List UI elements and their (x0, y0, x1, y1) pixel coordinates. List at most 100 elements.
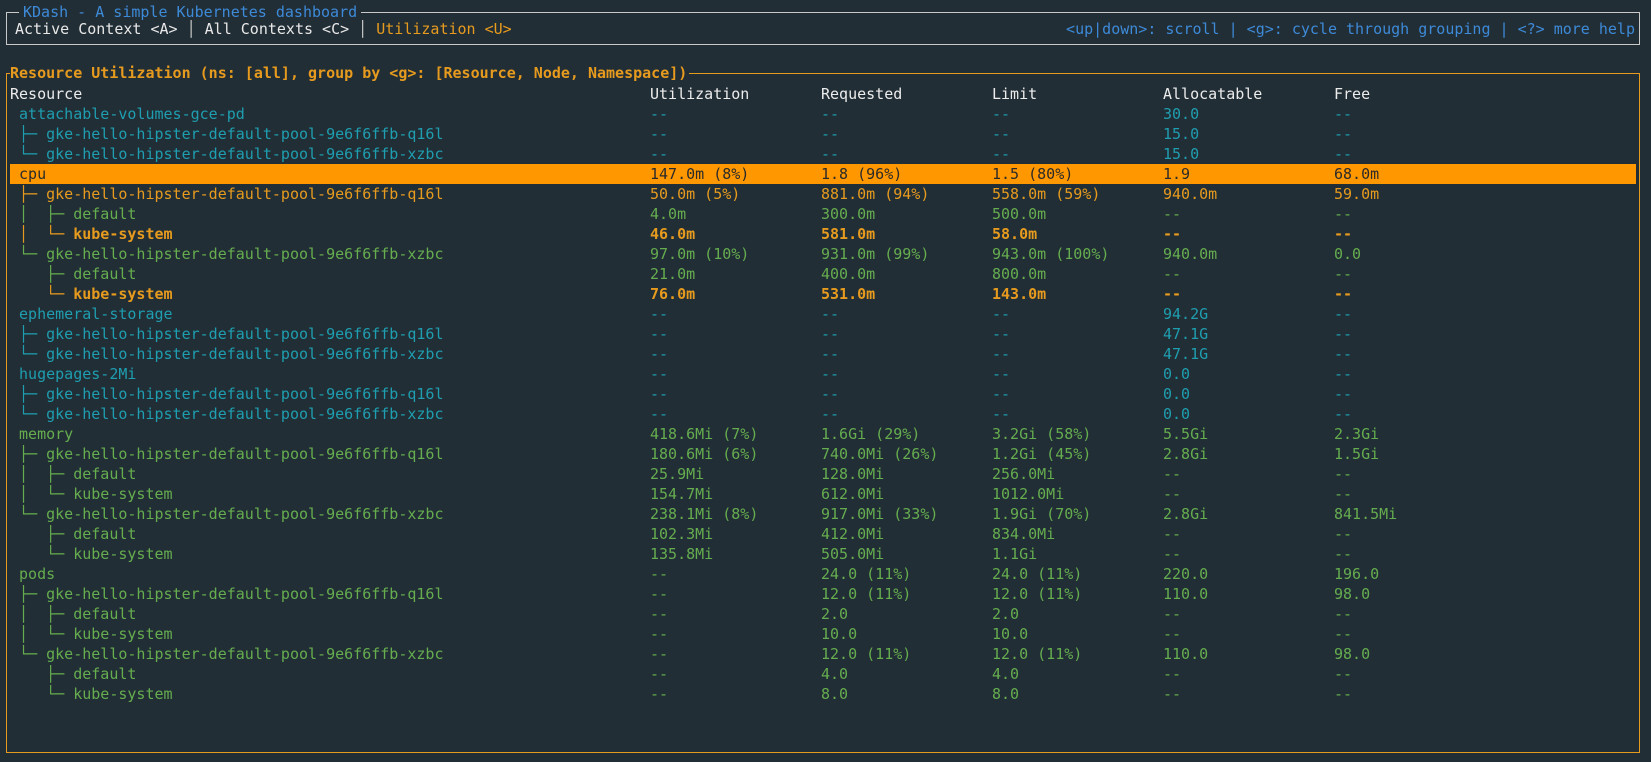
tab-utilization[interactable]: Utilization <U> (376, 20, 511, 38)
cell-requested: -- (821, 125, 840, 143)
cell-utilization: -- (650, 585, 669, 603)
cell-requested: 12.0 (11%) (821, 585, 912, 603)
help-text: <up|down>: scroll | <g>: cycle through g… (1066, 20, 1635, 38)
table-row[interactable]: ├─ gke-hello-hipster-default-pool-9e6f6f… (10, 184, 1636, 204)
cell-utilization: -- (650, 625, 669, 643)
cell-allocatable: 940.0m (1163, 185, 1218, 203)
table-body: attachable-volumes-gce-pd -- -- -- 30.0 -- ├─… (10, 104, 1636, 704)
cell-allocatable: -- (1163, 205, 1182, 223)
cell-utilization: -- (650, 345, 669, 363)
cell-limit: 834.0Mi (992, 525, 1056, 543)
table-row[interactable]: │ └─ kube-system 46.0m 581.0m 58.0m -- -- (10, 224, 1636, 244)
tab-active-context[interactable]: Active Context <A> (15, 20, 178, 38)
cell-free: 196.0 (1334, 565, 1380, 583)
cell-utilization: -- (650, 305, 669, 323)
table-row[interactable]: ├─ default 21.0m 400.0m 800.0m -- -- (10, 264, 1636, 284)
cell-requested: -- (821, 345, 840, 363)
cell-free: -- (1334, 685, 1353, 703)
cell-requested: 1.8 (96%) (821, 165, 903, 183)
cell-limit: 800.0m (992, 265, 1047, 283)
table-row[interactable]: ├─ gke-hello-hipster-default-pool-9e6f6f… (10, 584, 1636, 604)
cell-resource: │ ├─ default (10, 465, 137, 483)
table-row[interactable]: ├─ gke-hello-hipster-default-pool-9e6f6f… (10, 384, 1636, 404)
cell-resource: ├─ default (10, 665, 137, 683)
cell-allocatable: 94.2G (1163, 305, 1209, 323)
cell-utilization: 97.0m (10%) (650, 245, 750, 263)
cell-requested: 931.0m (99%) (821, 245, 930, 263)
utilization-table[interactable]: Resource Utilization Requested Limit All… (10, 84, 1636, 704)
panel-title: Resource Utilization (ns: [all], group b… (10, 64, 690, 82)
cell-allocatable: 110.0 (1163, 585, 1209, 603)
table-row[interactable]: └─ gke-hello-hipster-default-pool-9e6f6f… (10, 644, 1636, 664)
cell-requested: 917.0Mi (33%) (821, 505, 939, 523)
cell-utilization: 154.7Mi (650, 485, 714, 503)
cell-resource: cpu (10, 165, 47, 183)
table-row[interactable]: ├─ gke-hello-hipster-default-pool-9e6f6f… (10, 124, 1636, 144)
table-row[interactable]: attachable-volumes-gce-pd -- -- -- 30.0 -- (10, 104, 1636, 124)
cell-allocatable: 0.0 (1163, 385, 1191, 403)
cell-requested: 505.0Mi (821, 545, 885, 563)
cell-resource: │ └─ kube-system (10, 225, 173, 243)
table-row[interactable]: │ ├─ default 25.9Mi 128.0Mi 256.0Mi -- -- (10, 464, 1636, 484)
table-row[interactable]: ephemeral-storage -- -- -- 94.2G -- (10, 304, 1636, 324)
cell-resource: │ └─ kube-system (10, 625, 173, 643)
cell-utilization: -- (650, 605, 669, 623)
cell-allocatable: 15.0 (1163, 125, 1200, 143)
column-header-allocatable: Allocatable (1163, 85, 1263, 103)
cell-resource: │ └─ kube-system (10, 485, 173, 503)
table-row[interactable]: └─ gke-hello-hipster-default-pool-9e6f6f… (10, 504, 1636, 524)
table-row[interactable]: pods -- 24.0 (11%) 24.0 (11%) 220.0 196.0 (10, 564, 1636, 584)
table-row[interactable]: │ └─ kube-system -- 10.0 10.0 -- -- (10, 624, 1636, 644)
table-row[interactable]: └─ gke-hello-hipster-default-pool-9e6f6f… (10, 144, 1636, 164)
cell-limit: 2.0 (992, 605, 1020, 623)
table-row[interactable]: │ ├─ default 4.0m 300.0m 500.0m -- -- (10, 204, 1636, 224)
cell-free: -- (1334, 285, 1353, 303)
cell-resource: ephemeral-storage (10, 305, 173, 323)
table-row[interactable]: memory 418.6Mi (7%) 1.6Gi (29%) 3.2Gi (58%)… (10, 424, 1636, 444)
table-row-selected[interactable]: cpu 147.0m (8%) 1.8 (96%) 1.5 (80%) 1.9 68.0m (10, 164, 1636, 184)
table-row[interactable]: └─ kube-system 76.0m 531.0m 143.0m -- -- (10, 284, 1636, 304)
cell-utilization: 238.1Mi (8%) (650, 505, 759, 523)
cell-allocatable: 220.0 (1163, 565, 1209, 583)
table-row[interactable]: └─ kube-system -- 8.0 8.0 -- -- (10, 684, 1636, 704)
cell-limit: 12.0 (11%) (992, 585, 1083, 603)
tab-bar: Active Context <A> │ All Contexts <C> │ … (15, 20, 512, 38)
table-row[interactable]: │ ├─ default -- 2.0 2.0 -- -- (10, 604, 1636, 624)
cell-limit: 8.0 (992, 685, 1020, 703)
table-row[interactable]: └─ kube-system 135.8Mi 505.0Mi 1.1Gi -- -- (10, 544, 1636, 564)
cell-free: -- (1334, 605, 1353, 623)
cell-free: 841.5Mi (1334, 505, 1398, 523)
cell-limit: -- (992, 125, 1011, 143)
cell-resource: ├─ default (10, 265, 137, 283)
cell-allocatable: 0.0 (1163, 365, 1191, 383)
cell-allocatable: -- (1163, 665, 1182, 683)
cell-allocatable: -- (1163, 285, 1182, 303)
cell-free: -- (1334, 345, 1353, 363)
cell-requested: -- (821, 405, 840, 423)
cell-resource: ├─ gke-hello-hipster-default-pool-9e6f6f… (10, 185, 444, 203)
table-row[interactable]: └─ gke-hello-hipster-default-pool-9e6f6f… (10, 344, 1636, 364)
table-row[interactable]: ├─ gke-hello-hipster-default-pool-9e6f6f… (10, 444, 1636, 464)
table-row[interactable]: │ └─ kube-system 154.7Mi 612.0Mi 1012.0Mi --… (10, 484, 1636, 504)
cell-utilization: 76.0m (650, 285, 696, 303)
cell-free: 1.5Gi (1334, 445, 1380, 463)
cell-limit: 3.2Gi (58%) (992, 425, 1092, 443)
cell-free: -- (1334, 625, 1353, 643)
table-row[interactable]: hugepages-2Mi -- -- -- 0.0 -- (10, 364, 1636, 384)
cell-resource: └─ gke-hello-hipster-default-pool-9e6f6f… (10, 645, 444, 663)
cell-resource: └─ gke-hello-hipster-default-pool-9e6f6f… (10, 145, 444, 163)
table-row[interactable]: ├─ default 102.3Mi 412.0Mi 834.0Mi -- -- (10, 524, 1636, 544)
tab-all-contexts[interactable]: All Contexts <C> (205, 20, 350, 38)
cell-free: -- (1334, 405, 1353, 423)
cell-resource: ├─ gke-hello-hipster-default-pool-9e6f6f… (10, 125, 444, 143)
table-row[interactable]: └─ gke-hello-hipster-default-pool-9e6f6f… (10, 244, 1636, 264)
cell-utilization: 4.0m (650, 205, 687, 223)
cell-free: -- (1334, 465, 1353, 483)
cell-allocatable: -- (1163, 525, 1182, 543)
table-row[interactable]: ├─ default -- 4.0 4.0 -- -- (10, 664, 1636, 684)
table-row[interactable]: └─ gke-hello-hipster-default-pool-9e6f6f… (10, 404, 1636, 424)
cell-free: 98.0 (1334, 645, 1371, 663)
table-row[interactable]: ├─ gke-hello-hipster-default-pool-9e6f6f… (10, 324, 1636, 344)
cell-resource: ├─ gke-hello-hipster-default-pool-9e6f6f… (10, 385, 444, 403)
cell-resource: hugepages-2Mi (10, 365, 137, 383)
